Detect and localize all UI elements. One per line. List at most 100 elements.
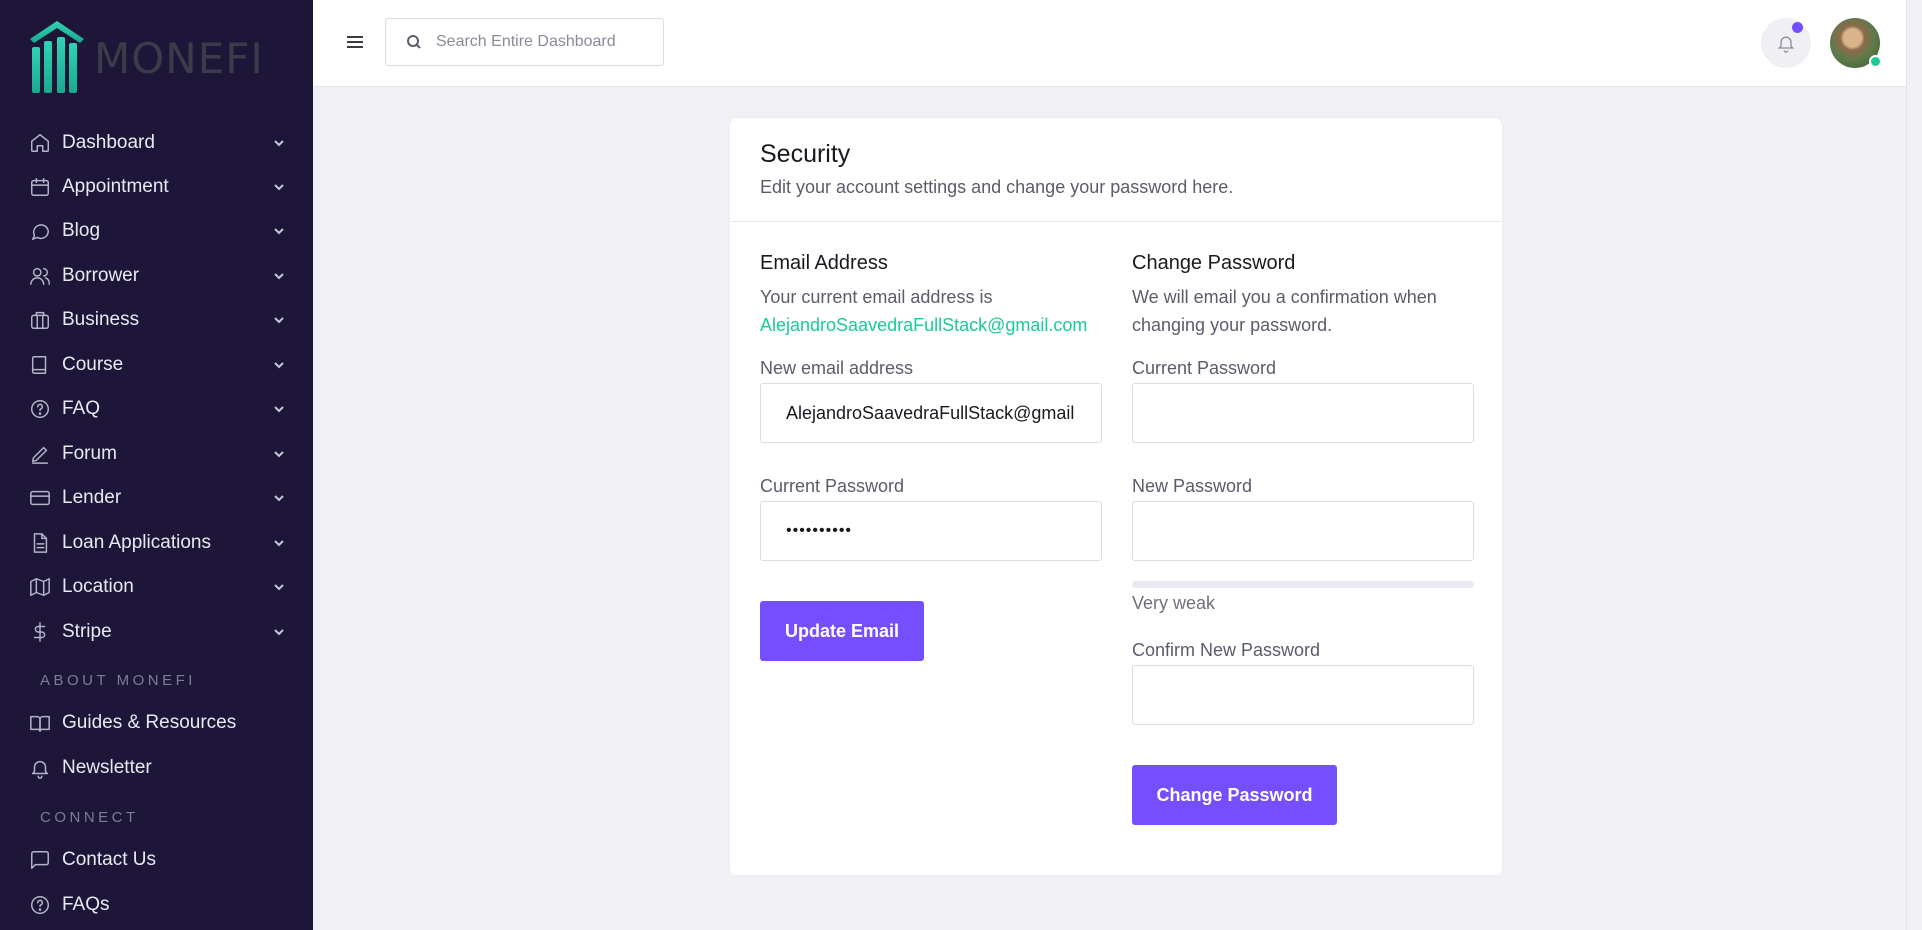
sidebar-item-label: Borrower [62,265,140,286]
sidebar-item-borrower[interactable]: Borrower [28,256,286,296]
password-strength-meter [1132,581,1474,588]
chevron-down-icon [272,224,286,238]
page-subtitle: Edit your account settings and change yo… [760,177,1234,197]
sidebar-item-label: Business [62,309,140,330]
help-circle-icon [28,397,52,421]
sidebar-item-label: Contact Us [62,849,156,870]
book-icon [28,353,52,377]
sidebar-item-contact-us[interactable]: Contact Us [28,840,286,880]
sidebar-item-forum[interactable]: Forum [28,434,286,474]
sidebar: MONEFI Dashboard Appointment Blog Borrow… [0,0,313,930]
change-password-section: Change Password We will email you a conf… [1132,252,1474,339]
section-title: Email Address [760,252,888,274]
sidebar-item-newsletter[interactable]: Newsletter [28,748,286,788]
search-box[interactable] [385,18,664,66]
sidebar-item-label: Course [62,354,124,375]
file-text-icon [28,531,52,555]
chevron-down-icon [272,136,286,150]
sidebar-item-loan-applications[interactable]: Loan Applications [28,523,286,563]
security-card: Security Edit your account settings and … [729,117,1503,876]
credit-card-icon [28,486,52,510]
sidebar-item-label: Lender [62,487,122,508]
page-title: Security [760,140,851,168]
brand-name: MONEFI [94,33,264,83]
user-avatar[interactable] [1830,18,1882,68]
section-description: Your current email address is AlejandroS… [760,283,1102,339]
sidebar-item-lender[interactable]: Lender [28,478,286,518]
section-description: We will email you a confirmation when ch… [1132,287,1437,335]
email-desc-prefix: Your current email address is [760,287,993,307]
chevron-down-icon [272,269,286,283]
message-square-icon [28,848,52,872]
calendar-icon [28,175,52,199]
sidebar-item-stripe[interactable]: Stripe [28,612,286,652]
sidebar-item-label: Loan Applications [62,532,211,553]
sidebar-item-blog[interactable]: Blog [28,211,286,251]
sidebar-item-label: FAQs [62,894,110,915]
sidebar-item-faq[interactable]: FAQ [28,389,286,429]
pen-icon [28,442,52,466]
logo-icon [30,21,84,93]
chat-bubble-icon [28,219,52,243]
password-strength-label: Very weak [1132,593,1216,613]
new-email-field[interactable]: AlejandroSaavedraFullStack@gmail [760,383,1102,443]
scrollbar-track[interactable] [1906,0,1922,930]
chevron-down-icon [272,580,286,594]
book-open-icon [28,711,52,735]
sidebar-item-dashboard[interactable]: Dashboard [28,123,286,163]
chevron-down-icon [272,180,286,194]
new-password-label: New Password [1132,476,1253,496]
sidebar-item-location[interactable]: Location [28,567,286,607]
sidebar-item-label: Guides & Resources [62,712,237,733]
chevron-down-icon [272,536,286,550]
notification-dot [1792,22,1803,33]
chevron-down-icon [272,313,286,327]
sidebar-item-label: Blog [62,220,101,241]
notifications-button[interactable] [1761,18,1811,68]
sidebar-item-label: Appointment [62,176,169,197]
new-email-label: New email address [760,358,914,378]
search-input[interactable] [436,33,646,51]
current-password-field[interactable] [1132,383,1474,443]
help-circle-icon [28,893,52,917]
chevron-down-icon [272,447,286,461]
bell-icon [28,756,52,780]
email-address-section: Email Address Your current email address… [760,252,1102,339]
online-status-indicator [1869,55,1882,68]
sidebar-item-appointment[interactable]: Appointment [28,167,286,207]
sidebar-item-label: Dashboard [62,132,155,153]
current-email: AlejandroSaavedraFullStack@gmail.com [760,315,1088,335]
new-password-field[interactable] [1132,501,1474,561]
home-icon [28,131,52,155]
sidebar-item-label: Newsletter [62,757,152,778]
sidebar-item-label: FAQ [62,398,101,419]
sidebar-item-business[interactable]: Business [28,300,286,340]
sidebar-item-label: Location [62,576,134,597]
email-current-password-label: Current Password [760,476,905,496]
chevron-down-icon [272,491,286,505]
sidebar-section-connect: CONNECT [40,809,139,826]
sidebar-item-faqs[interactable]: FAQs [28,885,286,925]
update-email-button[interactable]: Update Email [760,601,924,661]
sidebar-item-guides-resources[interactable]: Guides & Resources [28,703,286,743]
sidebar-item-course[interactable]: Course [28,345,286,385]
change-password-button[interactable]: Change Password [1132,765,1337,825]
users-icon [28,264,52,288]
top-bar [313,0,1922,87]
dollar-sign-icon [28,620,52,644]
chevron-down-icon [272,358,286,372]
confirm-password-label: Confirm New Password [1132,640,1321,660]
search-icon [406,34,422,50]
menu-toggle-icon[interactable] [343,30,367,54]
map-icon [28,575,52,599]
chevron-down-icon [272,625,286,639]
sidebar-section-about: ABOUT MONEFI [40,672,196,689]
confirm-password-field[interactable] [1132,665,1474,725]
current-password-label: Current Password [1132,358,1277,378]
sidebar-item-label: Stripe [62,621,112,642]
bell-icon [1777,36,1795,53]
brand-logo[interactable]: MONEFI [28,18,264,98]
email-current-password-field[interactable]: •••••••••• [760,501,1102,561]
sidebar-item-label: Forum [62,443,117,464]
section-title: Change Password [1132,252,1296,274]
